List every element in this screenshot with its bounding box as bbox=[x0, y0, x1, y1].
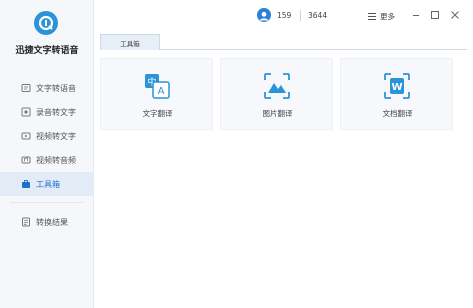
card-label: 图片翻译 bbox=[262, 109, 293, 118]
sidebar-divider bbox=[10, 202, 84, 203]
sidebar-item-recording-to-text[interactable]: 录音转文字 bbox=[0, 100, 94, 124]
sidebar-item-label: 视频转音频 bbox=[36, 155, 76, 165]
text-to-speech-icon bbox=[21, 84, 31, 92]
menu-icon bbox=[368, 12, 376, 20]
minimize-icon[interactable] bbox=[410, 9, 422, 21]
sidebar-item-video-to-audio[interactable]: 视频转音频 bbox=[0, 148, 94, 172]
sidebar-item-video-to-text[interactable]: 视频转文字 bbox=[0, 124, 94, 148]
app-name: 迅捷文字转语音 bbox=[15, 46, 79, 56]
text-translate-icon: 中 A bbox=[145, 74, 170, 99]
header-count: 3644 bbox=[308, 11, 328, 20]
tab-bar: 工具箱 bbox=[100, 34, 467, 50]
header-divider bbox=[300, 10, 301, 21]
more-menu-button[interactable]: 更多 bbox=[368, 10, 395, 22]
card-text-translate[interactable]: 中 A 文字翻译 bbox=[100, 58, 213, 130]
image-translate-icon bbox=[264, 73, 290, 99]
card-label: 文字翻译 bbox=[142, 109, 173, 118]
toolbox-icon bbox=[22, 180, 30, 188]
app-logo-icon bbox=[34, 11, 58, 35]
sidebar-item-label: 工具箱 bbox=[36, 179, 60, 189]
card-label: 文档翻译 bbox=[382, 109, 413, 118]
sidebar-item-label: 转换结果 bbox=[36, 217, 68, 227]
sidebar-item-label: 文字转语音 bbox=[36, 83, 76, 93]
more-menu-label: 更多 bbox=[380, 11, 395, 21]
card-document-translate[interactable]: W 文档翻译 bbox=[340, 58, 453, 130]
sidebar-item-toolbox[interactable]: 工具箱 bbox=[0, 172, 94, 196]
recording-icon bbox=[21, 107, 31, 117]
sidebar: 迅捷文字转语音 文字转语音 录音转文字 视频转文字 视频转音频 工具箱 转换结果 bbox=[0, 0, 94, 308]
tool-cards: 中 A 文字翻译 图片翻译 W 文档翻译 bbox=[100, 58, 467, 130]
video-audio-icon bbox=[21, 156, 31, 164]
user-icon bbox=[259, 11, 269, 21]
sidebar-item-text-to-speech[interactable]: 文字转语音 bbox=[0, 76, 94, 100]
svg-text:A: A bbox=[158, 86, 165, 97]
maximize-icon[interactable] bbox=[429, 9, 441, 21]
tab-toolbox[interactable]: 工具箱 bbox=[100, 34, 160, 50]
svg-text:W: W bbox=[391, 82, 402, 93]
card-image-translate[interactable]: 图片翻译 bbox=[220, 58, 333, 130]
app-window: 迅捷文字转语音 文字转语音 录音转文字 视频转文字 视频转音频 工具箱 转换结果… bbox=[0, 0, 473, 308]
sidebar-item-label: 视频转文字 bbox=[36, 131, 76, 141]
sidebar-nav: 文字转语音 录音转文字 视频转文字 视频转音频 工具箱 bbox=[0, 76, 94, 196]
user-id: 159 bbox=[277, 11, 292, 20]
sidebar-item-results[interactable]: 转换结果 bbox=[0, 210, 94, 234]
document-translate-icon: W bbox=[384, 73, 410, 99]
close-icon[interactable] bbox=[449, 9, 461, 21]
sidebar-item-label: 录音转文字 bbox=[36, 107, 76, 117]
title-bar: 159 3644 更多 bbox=[94, 0, 473, 32]
sidebar-bottom: 转换结果 bbox=[0, 210, 94, 234]
avatar[interactable] bbox=[257, 8, 271, 22]
results-icon bbox=[22, 217, 30, 227]
video-text-icon bbox=[21, 132, 31, 140]
